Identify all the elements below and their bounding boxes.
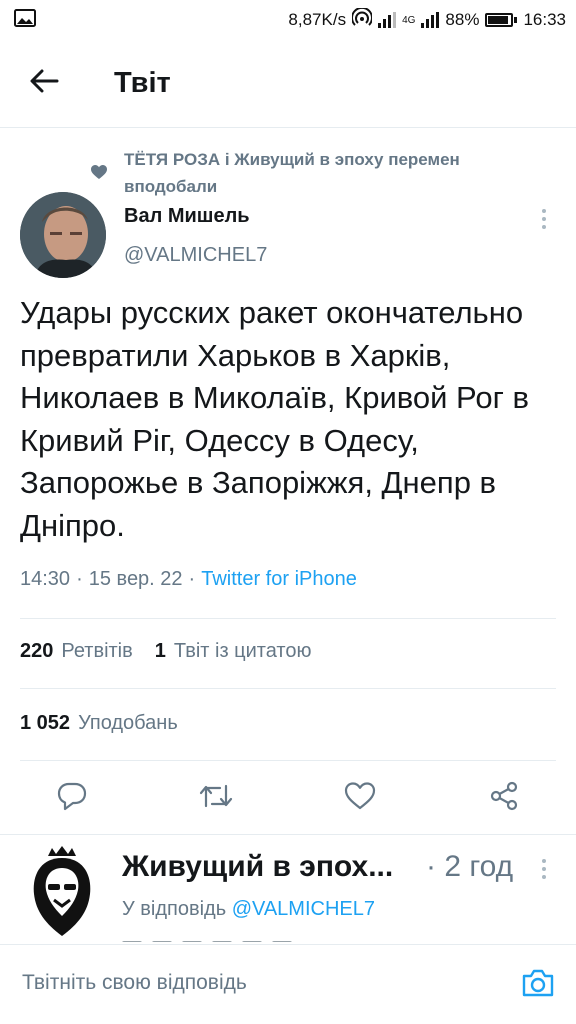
battery-icon <box>485 13 518 27</box>
reply-avatar[interactable] <box>22 846 102 938</box>
tweet-meta: 14:30 · 15 вер. 22 · Twitter for iPhone <box>20 568 357 590</box>
camera-icon <box>521 968 555 1003</box>
quotes-count: 1 <box>154 640 166 662</box>
hotspot-icon <box>351 6 374 33</box>
reply-text-partial <box>122 934 322 942</box>
reply-compose-input[interactable]: Твітніть свою відповідь <box>22 971 247 995</box>
share-button[interactable] <box>484 778 524 818</box>
signal-icon-2 <box>421 12 440 28</box>
status-bar: 8,87K/s 4G 88% 16:33 <box>0 0 576 40</box>
more-options-button[interactable] <box>534 204 554 234</box>
liked-by-text: ТЁТЯ РОЗА і Живущий в эпоху перемен впод… <box>124 150 460 196</box>
retweets-label: Ретвітів <box>61 640 133 662</box>
reply-icon <box>56 781 88 816</box>
network-type: 4G <box>402 14 416 26</box>
battery-percent: 88% <box>445 10 480 29</box>
back-button[interactable] <box>14 54 74 114</box>
reply-button[interactable] <box>52 778 92 818</box>
social-context[interactable]: ТЁТЯ РОЗА і Живущий в эпоху перемен впод… <box>86 146 556 200</box>
signal-icon <box>378 12 397 28</box>
camera-button[interactable] <box>520 967 556 1003</box>
reply-to-prefix: У відповідь <box>122 898 227 920</box>
arrow-left-icon <box>29 69 59 98</box>
quotes-stat[interactable]: 1 Твіт із цитатою <box>155 640 312 663</box>
like-icon <box>343 781 377 816</box>
like-button[interactable] <box>340 778 380 818</box>
retweet-stats: 220 Ретвітів 1 Твіт із цитатою <box>20 640 312 663</box>
section-separator <box>0 834 576 835</box>
likes-stat[interactable]: 1 052 Уподобань <box>20 712 178 735</box>
compose-bar: Твітніть свою відповідь <box>0 944 576 1024</box>
image-icon <box>14 8 36 32</box>
reply-author-name[interactable]: Живущий в эпох... <box>122 850 393 884</box>
likes-count: 1 052 <box>20 712 71 734</box>
app-header: Твіт <box>0 40 576 128</box>
retweets-count: 220 <box>20 640 54 662</box>
retweets-stat[interactable]: 220 Ретвітів <box>20 640 133 663</box>
tweet-text: Удары русских ракет окончательно преврат… <box>20 295 530 543</box>
reply-time: · 2 год <box>426 850 514 883</box>
network-speed: 8,87K/s <box>288 10 347 29</box>
tweet-actions <box>0 772 576 824</box>
reply-more-options-button[interactable] <box>534 854 554 884</box>
tweet-time: 14:30 <box>20 568 71 590</box>
clock: 16:33 <box>523 10 566 29</box>
divider <box>20 688 556 689</box>
share-icon <box>488 780 520 817</box>
divider <box>20 618 556 619</box>
reply-to-line: У відповідь @VALMICHEL7 <box>122 898 375 921</box>
heart-icon <box>90 164 108 185</box>
author-handle[interactable]: @VALMICHEL7 <box>124 244 267 267</box>
quotes-label: Твіт із цитатою <box>173 640 312 662</box>
likes-label: Уподобань <box>78 712 178 734</box>
avatar[interactable] <box>20 192 106 278</box>
divider <box>20 760 556 761</box>
page-title: Твіт <box>114 67 171 99</box>
retweet-icon <box>198 782 234 815</box>
tweet-source-link[interactable]: Twitter for iPhone <box>201 568 357 590</box>
tweet-date: 15 вер. 22 <box>88 568 183 590</box>
reply-to-handle[interactable]: @VALMICHEL7 <box>232 898 375 920</box>
author-name[interactable]: Вал Мишель <box>124 205 250 228</box>
retweet-button[interactable] <box>196 778 236 818</box>
